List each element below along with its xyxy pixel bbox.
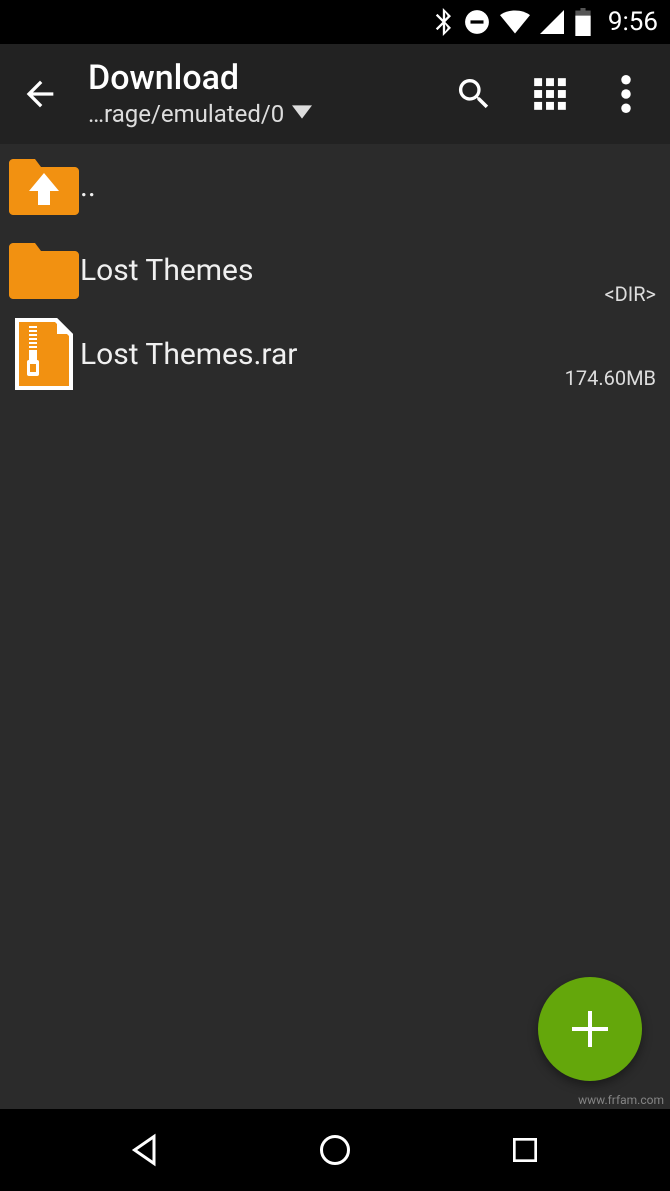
nav-back-button[interactable] [105,1125,185,1175]
battery-icon [574,8,592,36]
archive-file-icon [8,322,80,386]
nav-recent-button[interactable] [485,1125,565,1175]
path-dropdown[interactable]: …rage/emulated/0 [88,100,426,128]
nav-home-button[interactable] [295,1125,375,1175]
wifi-icon [500,10,530,34]
folder-up-icon [8,154,80,218]
more-button[interactable] [598,66,654,122]
folder-icon [8,238,80,302]
bluetooth-icon [434,8,454,36]
item-meta: <DIR> [604,282,656,306]
list-item-up[interactable]: .. [0,144,670,228]
add-fab[interactable] [538,977,642,1081]
back-button[interactable] [16,70,64,118]
do-not-disturb-icon [464,9,490,35]
clock-time: 9:56 [608,7,658,37]
dropdown-icon [292,102,312,126]
page-title: Download [88,60,426,97]
list-item-file[interactable]: Lost Themes.rar 174.60MB [0,312,670,396]
navigation-bar [0,1109,670,1191]
item-name: Lost Themes [80,253,658,288]
watermark: www.frfam.com [578,1093,664,1107]
list-item-folder[interactable]: Lost Themes <DIR> [0,228,670,312]
path-text: …rage/emulated/0 [88,100,284,128]
cellular-icon [540,10,564,34]
item-meta: 174.60MB [565,366,656,390]
status-bar: 9:56 [0,0,670,44]
view-grid-button[interactable] [522,66,578,122]
app-bar: Download …rage/emulated/0 [0,44,670,144]
file-list: .. Lost Themes <DIR> [0,144,670,396]
item-name: .. [80,169,658,204]
title-block: Download …rage/emulated/0 [88,60,426,127]
search-button[interactable] [446,66,502,122]
